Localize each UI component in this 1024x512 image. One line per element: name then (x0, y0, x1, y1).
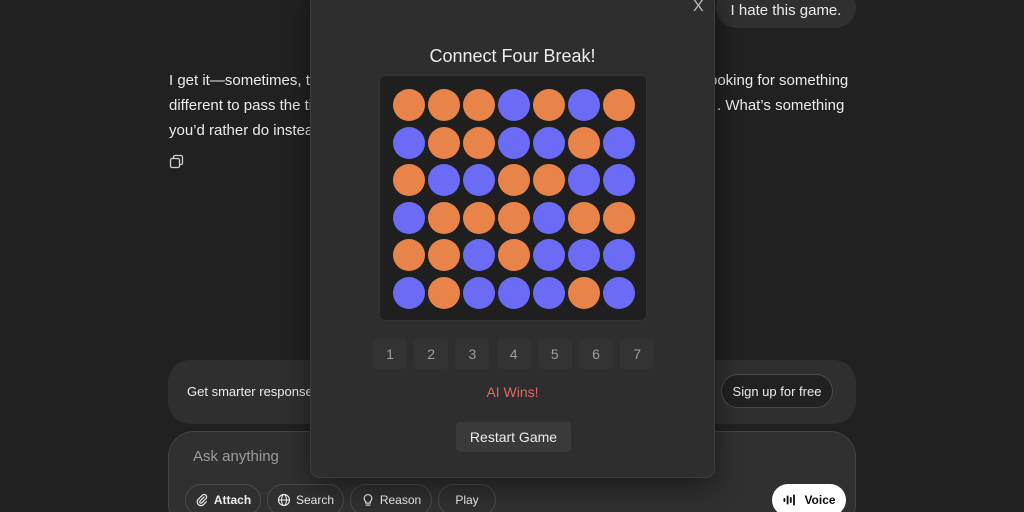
board-cell-blue (603, 239, 635, 271)
paperclip-icon (196, 493, 208, 507)
board-cell-orange (428, 239, 460, 271)
assistant-text-line2-tail: . What’s something (717, 97, 845, 114)
board-cell-orange (463, 201, 495, 234)
board-cell-blue (393, 201, 425, 234)
assistant-text-line1-tail: ooking for something (709, 72, 849, 89)
column-button-4[interactable]: 4 (496, 339, 531, 369)
board-cell-blue (533, 201, 565, 234)
column-button-5[interactable]: 5 (537, 339, 572, 369)
reason-button[interactable]: Reason (350, 484, 432, 512)
board-cell-orange (428, 201, 460, 234)
board-cell-orange (498, 201, 530, 234)
board-cell-orange (533, 164, 565, 196)
board-cell-blue (498, 276, 530, 309)
board-cell-orange (603, 89, 635, 121)
restart-game-button[interactable]: Restart Game (456, 422, 571, 452)
assistant-text-line2: different to pass the ti (169, 97, 313, 114)
board-cell-orange (428, 89, 460, 121)
board-cell-blue (463, 164, 495, 196)
signup-button[interactable]: Sign up for free (721, 374, 833, 408)
board-cell-blue (603, 164, 635, 196)
board-cell-blue (498, 126, 530, 159)
board-cell-orange (393, 164, 425, 196)
board-cell-orange (463, 89, 495, 121)
board-cell-blue (568, 239, 600, 271)
connect-four-modal: X Connect Four Break! 1234567 AI Wins! R… (310, 0, 715, 478)
column-button-2[interactable]: 2 (414, 339, 449, 369)
board-cell-orange (463, 126, 495, 159)
board-cell-orange (428, 126, 460, 159)
attach-button[interactable]: Attach (185, 484, 261, 512)
board-cell-blue (393, 126, 425, 159)
board-cell-orange (568, 276, 600, 309)
board-cell-blue (463, 276, 495, 309)
game-title: Connect Four Break! (429, 46, 596, 66)
play-button[interactable]: Play (438, 484, 496, 512)
column-button-1[interactable]: 1 (373, 339, 407, 369)
voice-button[interactable]: Voice (772, 484, 846, 512)
search-button[interactable]: Search (267, 484, 344, 512)
board-cell-orange (498, 164, 530, 196)
board-cell-blue (393, 276, 425, 309)
board-cell-orange (568, 126, 600, 159)
column-button-6[interactable]: 6 (579, 339, 613, 369)
board-cell-blue (603, 276, 635, 309)
board-cell-blue (463, 239, 495, 271)
board-cell-orange (498, 239, 530, 271)
close-button[interactable]: X (693, 0, 704, 16)
assistant-text-line1: I get it—sometimes, th (169, 72, 319, 89)
voice-label: Voice (804, 493, 836, 507)
column-buttons: 1234567 (373, 339, 656, 369)
user-message-bubble: I hate this game. (716, 0, 856, 28)
game-board (379, 75, 647, 321)
board-cell-blue (533, 126, 565, 159)
banner-text: Get smarter responses (187, 384, 320, 399)
play-label: Play (455, 493, 479, 507)
board-cell-blue (568, 164, 600, 196)
message-input[interactable]: Ask anything (193, 448, 279, 465)
column-button-7[interactable]: 7 (620, 339, 655, 369)
board-cell-orange (428, 276, 460, 309)
board-cell-orange (533, 89, 565, 121)
board-cell-blue (498, 89, 530, 121)
globe-icon (277, 493, 291, 507)
reason-label: Reason (379, 493, 422, 507)
column-button-3[interactable]: 3 (455, 339, 490, 369)
copy-icon[interactable] (169, 154, 185, 170)
board-cell-orange (393, 239, 425, 271)
board-cell-blue (533, 276, 565, 309)
voice-waveform-icon (783, 494, 796, 506)
board-cell-blue (533, 239, 565, 271)
lightbulb-icon (363, 494, 373, 506)
assistant-text-line3: you’d rather do instead (169, 122, 322, 139)
attach-label: Attach (213, 493, 252, 507)
board-cell-blue (428, 164, 460, 196)
user-message-text: I hate this game. (730, 1, 842, 19)
chat-page: I hate this game. I get it—sometimes, th… (0, 0, 1024, 512)
board-cell-blue (568, 89, 600, 121)
board-cell-orange (393, 89, 425, 121)
game-status: AI Wins! (486, 384, 539, 400)
board-cell-blue (603, 126, 635, 159)
board-cell-orange (568, 201, 600, 234)
board-cell-orange (603, 201, 635, 234)
search-label: Search (295, 493, 335, 507)
